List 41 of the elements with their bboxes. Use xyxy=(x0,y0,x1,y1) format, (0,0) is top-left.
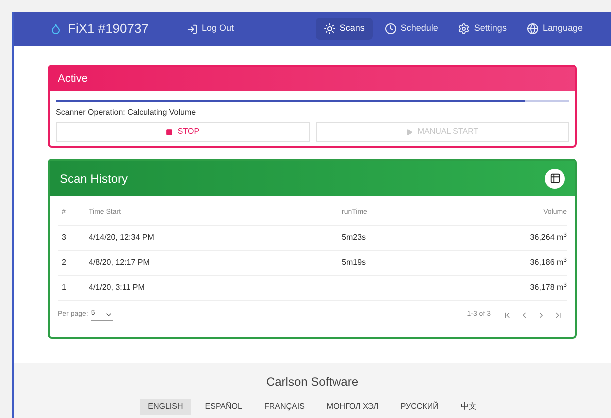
table-icon xyxy=(550,173,560,184)
nav-tab[interactable]: Settings xyxy=(450,18,515,40)
table-cell: 36,186 m$^{3}$ xyxy=(530,258,567,267)
table-cell: 36,178 m$^{3}$ xyxy=(530,283,567,292)
table-cell: 3 xyxy=(62,233,66,242)
previous-page-button[interactable] xyxy=(520,310,529,320)
logout-button[interactable]: Log Out xyxy=(186,22,234,36)
table-cell: 4/8/20, 12:17 PM xyxy=(89,258,150,267)
globe-icon xyxy=(526,23,539,35)
language-option[interactable]: МОНГОЛ ХЭЛ xyxy=(318,399,387,415)
logo-icon xyxy=(50,23,62,35)
next-page-button[interactable] xyxy=(537,310,546,320)
play-icon xyxy=(406,128,413,136)
table-cell: 5m23s xyxy=(342,233,366,242)
nav-tab[interactable]: Schedule xyxy=(376,18,446,40)
card-title: Scan History xyxy=(60,170,128,188)
stop-icon xyxy=(166,128,173,136)
table-cell: 36,264 m$^{3}$ xyxy=(530,233,567,242)
nav-tab[interactable]: Scans xyxy=(316,18,373,40)
last-page-button[interactable] xyxy=(554,310,563,320)
language-option[interactable]: РУССКИЙ xyxy=(392,399,447,415)
table-cell: 4/1/20, 3:11 PM xyxy=(89,283,145,292)
nav-tab[interactable]: Language xyxy=(518,18,591,40)
language-option[interactable]: FRANÇAIS xyxy=(256,399,313,415)
clock-icon xyxy=(384,23,397,35)
logout-icon xyxy=(186,24,198,34)
language-option[interactable]: 中文 xyxy=(452,399,485,415)
table-cell: 2 xyxy=(62,258,66,267)
stop-button[interactable]: STOP xyxy=(56,122,310,142)
settings-icon xyxy=(458,23,470,35)
language-option[interactable]: ENGLISH xyxy=(140,399,192,415)
first-page-button[interactable] xyxy=(503,310,512,320)
table-cell: 4/14/20, 12:34 PM xyxy=(89,233,154,242)
table-cell: 5m19s xyxy=(342,258,366,267)
table-cell: 1 xyxy=(62,283,66,292)
language-option[interactable]: ESPAÑOL xyxy=(197,399,250,415)
card-title: Active xyxy=(58,72,88,87)
company-name: Carlson Software xyxy=(266,374,359,391)
device-title: FiX1 #190737 xyxy=(68,20,149,38)
columns-button[interactable] xyxy=(545,168,565,188)
status-text: Scanner Operation: Calculating Volume xyxy=(56,107,198,119)
